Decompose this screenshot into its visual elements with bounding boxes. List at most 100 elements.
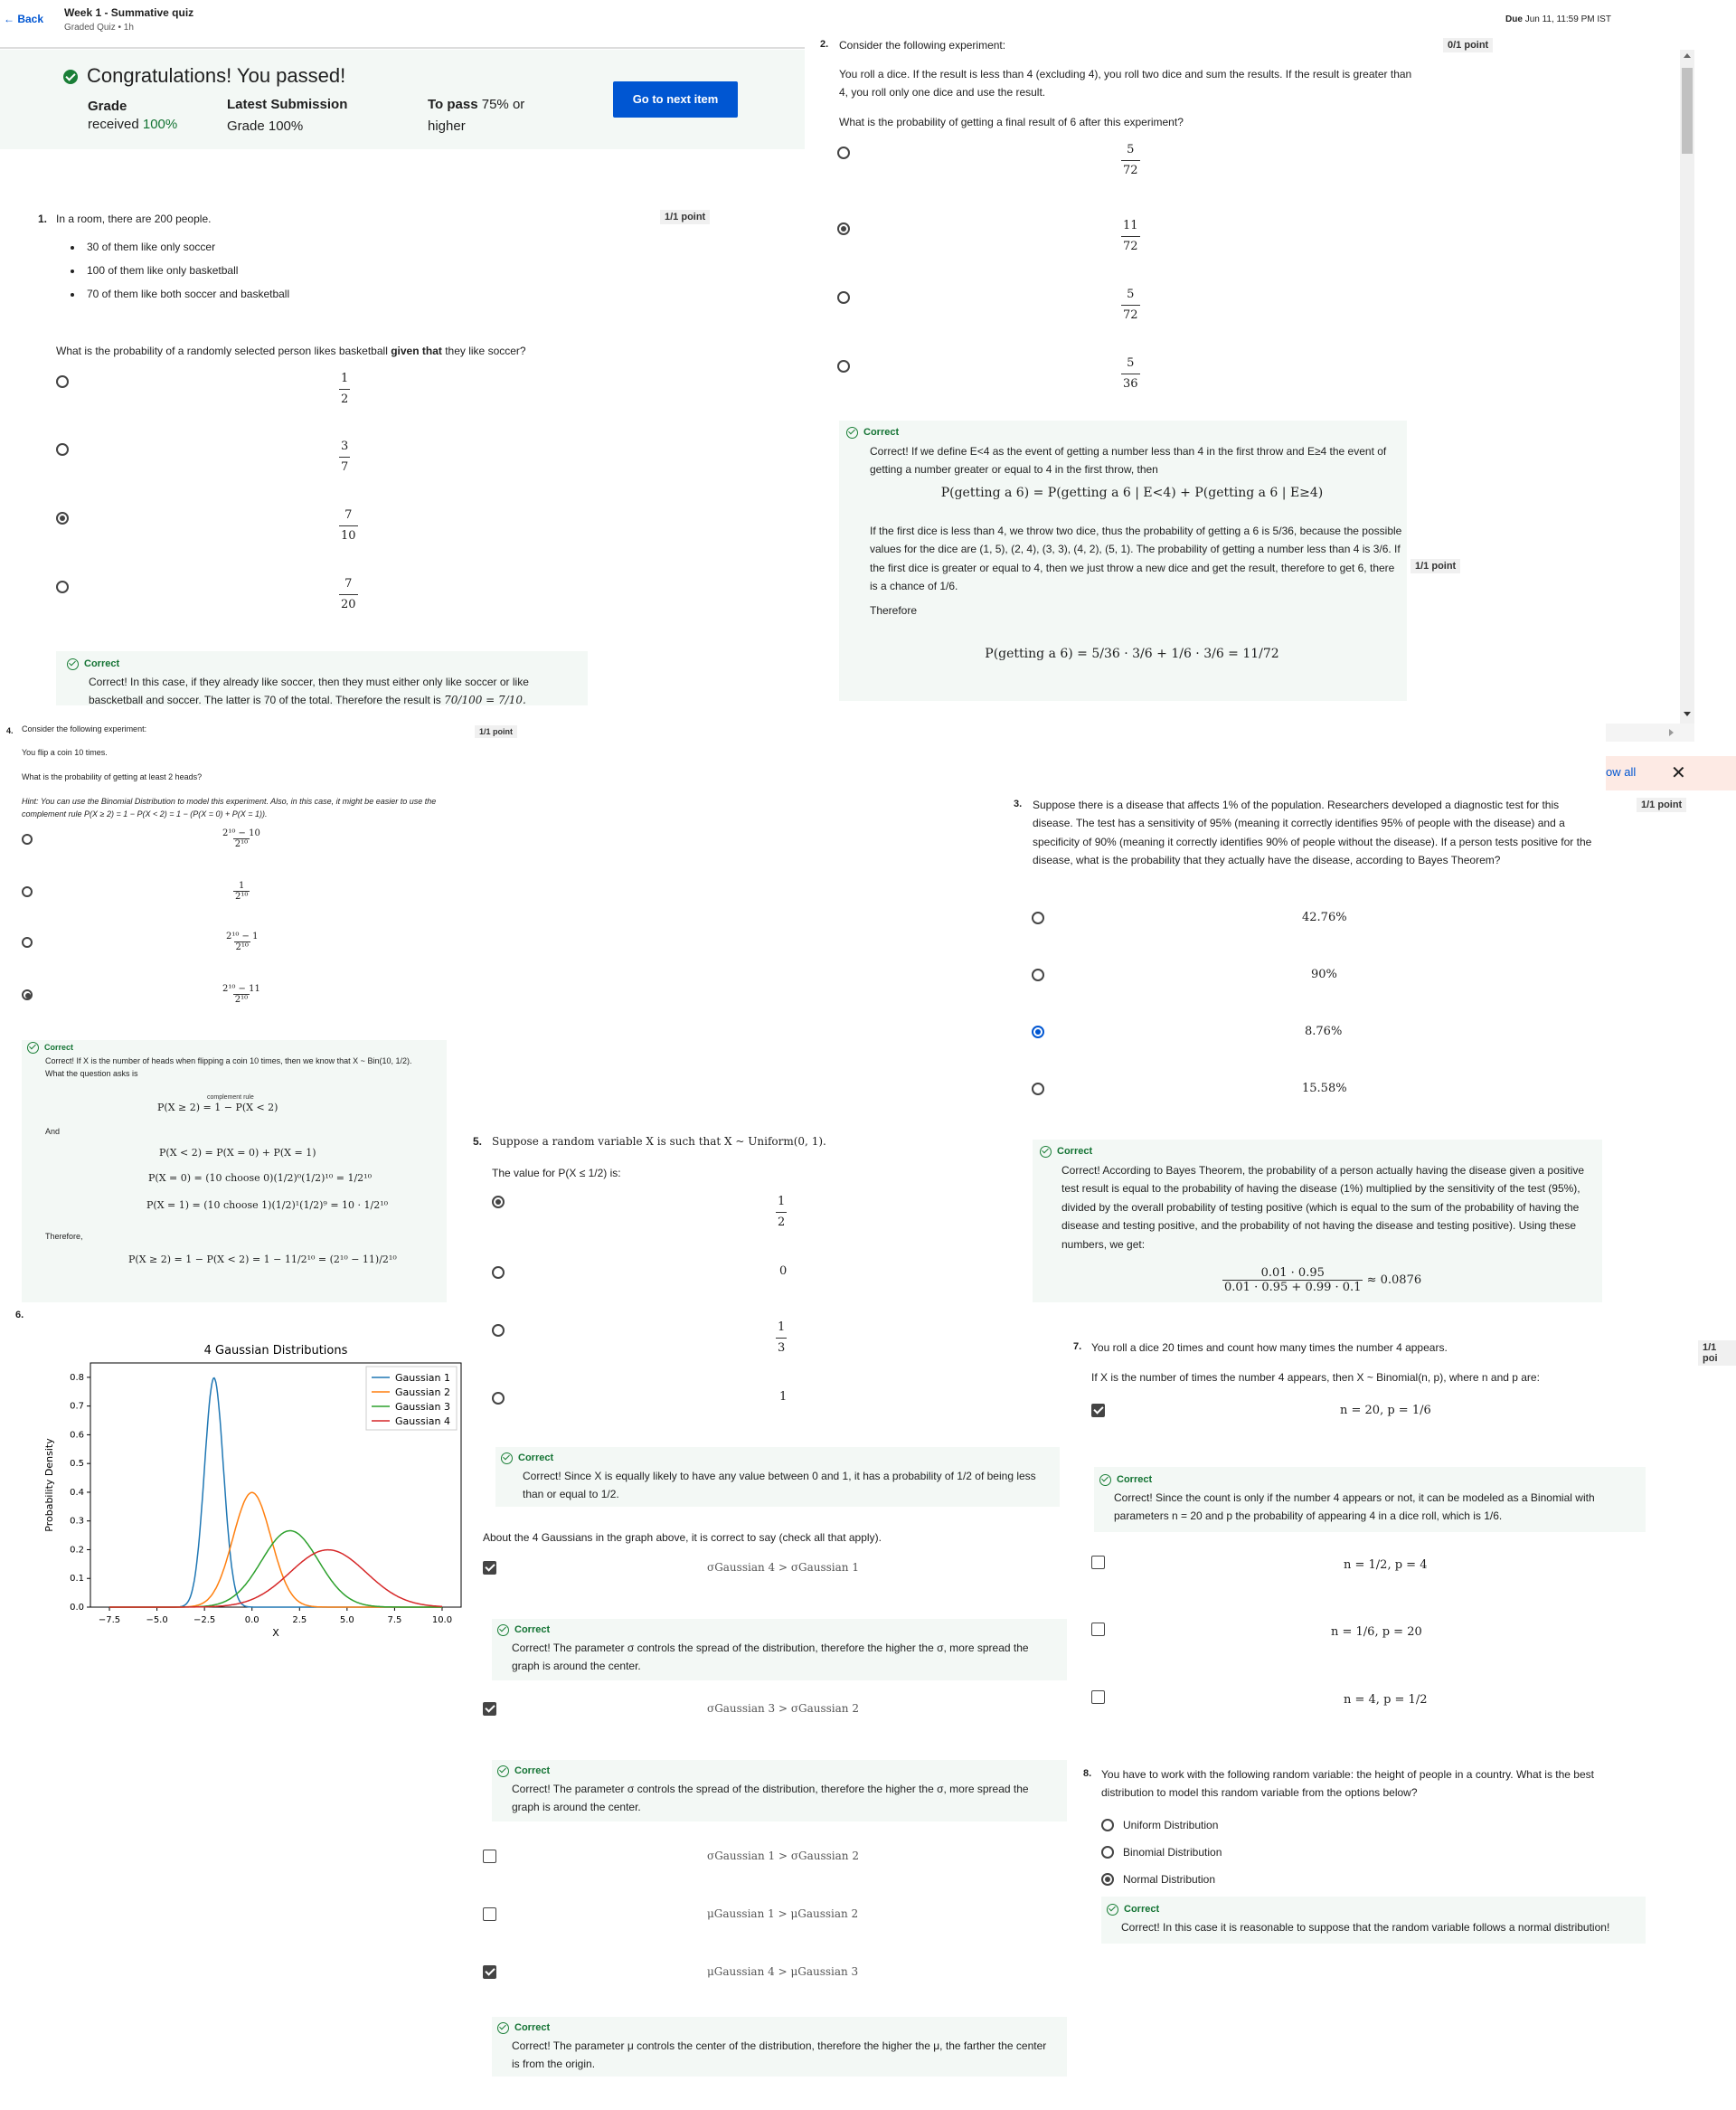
q5-option-radio[interactable] <box>492 1266 505 1279</box>
scrollbar-down-icon[interactable] <box>1684 712 1691 716</box>
q5-option[interactable]: 0 <box>779 1264 787 1278</box>
q6-option-checkbox[interactable] <box>483 1702 496 1716</box>
q5-option[interactable]: 13 <box>776 1318 788 1358</box>
check-icon <box>501 1452 513 1464</box>
q2-option-radio-selected[interactable] <box>837 222 850 235</box>
q8-option-radio-selected[interactable] <box>1101 1873 1114 1886</box>
q6-option-checkbox[interactable] <box>483 1965 496 1979</box>
q1-points: 1/1 point <box>660 210 711 224</box>
q6-option-checkbox[interactable] <box>483 1907 496 1921</box>
q2-option[interactable]: 11 72 <box>1121 216 1140 257</box>
q3-option-radio[interactable] <box>1032 912 1044 924</box>
q1-option-radio[interactable] <box>56 375 69 388</box>
q3-option[interactable]: 15.58% <box>1302 1082 1347 1095</box>
q7-option-checkbox[interactable] <box>1091 1404 1105 1417</box>
q3-option-radio[interactable] <box>1032 969 1044 981</box>
q3-option-radio[interactable] <box>1032 1083 1044 1095</box>
q1-option[interactable]: 12 <box>339 369 351 410</box>
q5-option-radio-selected[interactable] <box>492 1196 505 1208</box>
q4-question: What is the probability of getting at le… <box>22 772 203 781</box>
q6-feedback: Correct Correct! The parameter σ control… <box>492 1619 1067 1680</box>
q1-option[interactable]: 7 20 <box>339 574 358 615</box>
q6-option[interactable]: μGaussian 1 > μGaussian 2 <box>707 1907 858 1920</box>
q4-option-radio[interactable] <box>22 937 33 948</box>
scrollbar[interactable] <box>1680 50 1694 724</box>
q2-points: 0/1 point <box>1443 38 1494 52</box>
q3-option-radio-selected[interactable] <box>1032 1026 1044 1038</box>
due-date: Due Jun 11, 11:59 PM IST <box>1505 14 1611 24</box>
q4-option-radio-selected[interactable] <box>22 989 33 1000</box>
q1-option[interactable]: 7 10 <box>339 506 358 546</box>
q4-option[interactable]: 2¹⁰ − 1 2¹⁰ <box>224 932 259 952</box>
y-tick-label: 0.6 <box>70 1430 84 1440</box>
scrollbar-up-icon[interactable] <box>1684 53 1691 58</box>
q1-text: In a room, there are 200 people. <box>56 213 212 225</box>
back-link[interactable]: ← Back <box>4 13 43 25</box>
hscrollbar[interactable] <box>1606 724 1694 742</box>
q5-option[interactable]: 12 <box>776 1192 788 1233</box>
scrollbar-thumb[interactable] <box>1682 68 1693 154</box>
q8-option[interactable]: Uniform Distribution <box>1123 1816 1218 1834</box>
check-icon <box>67 658 79 670</box>
q6-option-checkbox[interactable] <box>483 1850 496 1863</box>
q2-feedback: Correct Correct! If we define E<4 as the… <box>839 421 1407 701</box>
q8-text: You have to work with the following rand… <box>1101 1768 1594 1800</box>
q2-option-radio[interactable] <box>837 360 850 373</box>
q2-option-radio[interactable] <box>837 291 850 304</box>
q8-option-radio[interactable] <box>1101 1846 1114 1859</box>
q2-option[interactable]: 5 72 <box>1121 285 1140 326</box>
pass-value: higher <box>428 118 466 134</box>
scroll-right-icon[interactable] <box>1669 729 1674 736</box>
x-tick-label: −2.5 <box>193 1615 215 1625</box>
y-tick-label: 0.5 <box>70 1459 84 1469</box>
q5-option-radio[interactable] <box>492 1324 505 1337</box>
q6-option[interactable]: σGaussian 3 > σGaussian 2 <box>707 1702 859 1715</box>
x-tick-label: 10.0 <box>432 1615 452 1625</box>
q4-feedback: Correct Correct! If X is the number of h… <box>22 1040 447 1302</box>
q6-option-checkbox[interactable] <box>483 1561 496 1575</box>
q7-option[interactable]: n = 1/6, p = 20 <box>1331 1625 1422 1639</box>
q5-option-radio[interactable] <box>492 1392 505 1405</box>
result-banner: Congratulations! You passed! Grade recei… <box>0 50 805 149</box>
q5-option[interactable]: 1 <box>779 1390 787 1404</box>
show-all-bar[interactable]: ow all ✕ <box>1606 756 1736 790</box>
q3-text: Suppose there is a disease that affects … <box>1033 799 1592 867</box>
q1-option[interactable]: 37 <box>339 437 351 478</box>
q8-option-radio[interactable] <box>1101 1819 1114 1831</box>
q4-option-radio[interactable] <box>22 834 33 845</box>
q3-option[interactable]: 90% <box>1311 968 1337 981</box>
y-tick-label: 0.8 <box>70 1373 84 1383</box>
q1-option-radio-selected[interactable] <box>56 512 69 525</box>
q2-option-radio[interactable] <box>837 147 850 159</box>
q7-option-checkbox[interactable] <box>1091 1623 1105 1636</box>
q3-option[interactable]: 42.76% <box>1302 911 1347 924</box>
q2-option[interactable]: 5 36 <box>1121 354 1140 394</box>
q6-option[interactable]: σGaussian 4 > σGaussian 1 <box>707 1561 859 1574</box>
q7-option-checkbox[interactable] <box>1091 1690 1105 1704</box>
q7-option-checkbox[interactable] <box>1091 1556 1105 1569</box>
x-tick-label: −5.0 <box>146 1615 167 1625</box>
x-tick-label: 7.5 <box>387 1615 401 1625</box>
q1-option-radio[interactable] <box>56 443 69 456</box>
go-to-next-button[interactable]: Go to next item <box>613 81 738 118</box>
q4-option[interactable]: 2¹⁰ − 10 2¹⁰ <box>221 828 262 849</box>
q3-option[interactable]: 8.76% <box>1305 1025 1342 1038</box>
q4-option[interactable]: 1 2¹⁰ <box>233 881 250 902</box>
q8-option[interactable]: Binomial Distribution <box>1123 1843 1222 1861</box>
q6-option[interactable]: μGaussian 4 > μGaussian 3 <box>707 1965 858 1978</box>
q4-option-radio[interactable] <box>22 886 33 897</box>
y-tick-label: 0.4 <box>70 1488 84 1498</box>
q1-feedback: Correct Correct! In this case, if they a… <box>56 651 588 706</box>
q6-question: About the 4 Gaussians in the graph above… <box>483 1531 882 1544</box>
close-icon[interactable]: ✕ <box>1671 762 1686 784</box>
q6-option[interactable]: σGaussian 1 > σGaussian 2 <box>707 1850 859 1862</box>
q7-option[interactable]: n = 4, p = 1/2 <box>1344 1693 1427 1707</box>
q8-option[interactable]: Normal Distribution <box>1123 1870 1215 1888</box>
check-icon <box>1107 1903 1118 1916</box>
check-icon <box>1099 1473 1111 1486</box>
q2-option[interactable]: 5 72 <box>1121 140 1140 181</box>
q1-option-radio[interactable] <box>56 581 69 593</box>
q7-option[interactable]: n = 1/2, p = 4 <box>1344 1558 1427 1572</box>
q4-option[interactable]: 2¹⁰ − 11 2¹⁰ <box>221 984 262 1005</box>
q7-option[interactable]: n = 20, p = 1/6 <box>1340 1404 1431 1417</box>
